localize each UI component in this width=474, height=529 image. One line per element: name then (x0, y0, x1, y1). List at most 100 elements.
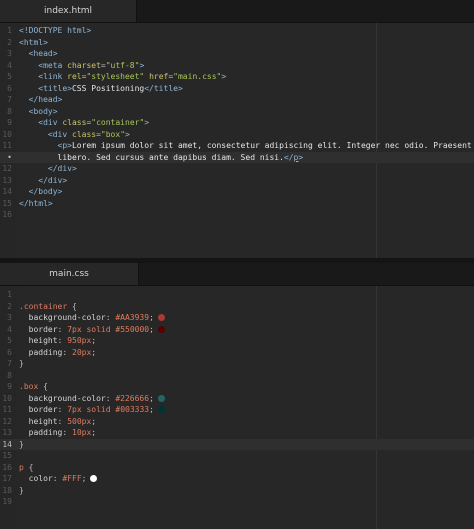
code-text: </html> (19, 198, 53, 209)
color-swatch-icon (90, 475, 98, 482)
code-line[interactable]: 11 <p>Lorem ipsum dolor sit amet, consec… (0, 140, 474, 151)
line-number: 1 (7, 290, 12, 299)
code-line[interactable]: 10 background-color: #226666; (0, 393, 474, 404)
code-token: CSS Positioning (71, 83, 145, 93)
code-line[interactable]: 9 <div class="container"> (0, 117, 474, 128)
code-token: border (28, 405, 58, 414)
line-number: 5 (7, 72, 12, 81)
code-token: border (28, 324, 58, 334)
code-line[interactable]: 15 (0, 450, 474, 461)
code-token: libero. Sed cursus ante dapibus diam. Se… (57, 152, 284, 162)
code-line[interactable]: 2 .container { (0, 301, 474, 312)
code-token: </ (283, 152, 294, 162)
html-editor-pane[interactable]: index.html 1 <!DOCTYPE html> 2 <html> 3 <hea… (0, 0, 474, 258)
code-token: charset (67, 60, 101, 70)
code-line[interactable]: 7} (0, 358, 474, 369)
code-text: <body> (19, 106, 58, 117)
code-token: : (105, 313, 116, 322)
code-line[interactable]: 2 <html> (0, 37, 474, 48)
css-code-editor[interactable]: 1 2 .container {3 background-color: #AA393… (0, 286, 474, 529)
color-swatch-icon (157, 406, 165, 413)
code-token: ; (149, 405, 154, 414)
line-number: • (7, 152, 12, 162)
code-line[interactable]: 8 (0, 370, 474, 381)
code-token: <html> (19, 37, 48, 47)
code-token: 950 (67, 336, 82, 345)
code-line[interactable]: 13 padding: 10px; (0, 427, 474, 438)
code-text: </head> (19, 94, 63, 105)
html-code-editor[interactable]: 1 <!DOCTYPE html> 2 <html> 3 <head> 4 <meta c… (0, 23, 474, 258)
code-line[interactable]: 16 (0, 209, 474, 220)
code-token: } (19, 439, 24, 449)
code-token: solid (81, 324, 116, 334)
code-token: "stylesheet" (86, 72, 145, 81)
code-line[interactable]: • libero. Sed cursus ante dapibus diam. … (0, 151, 474, 163)
code-line[interactable]: 3 background-color: #AA3939; (0, 312, 474, 323)
code-line[interactable]: 14} (0, 438, 474, 450)
code-text: <title>CSS Positioning</title> (19, 83, 183, 94)
line-number: 19 (2, 497, 12, 506)
code-token: : (57, 324, 68, 334)
css-tab-bar: main.css (0, 263, 474, 286)
code-token: : (52, 474, 63, 483)
tab-index-html[interactable]: index.html (0, 0, 137, 22)
line-number: 12 (2, 416, 12, 426)
code-line[interactable]: 3 <head> (0, 48, 474, 59)
code-token: ; (149, 313, 154, 322)
code-token: : (57, 416, 68, 426)
tab-main-css[interactable]: main.css (0, 263, 139, 285)
code-line[interactable]: 6 padding: 20px; (0, 347, 474, 358)
code-line[interactable]: 6 <title>CSS Positioning</title> (0, 83, 474, 94)
line-number: 17 (2, 474, 12, 483)
code-line[interactable]: 1 <!DOCTYPE html> (0, 25, 474, 36)
line-number: 3 (7, 313, 12, 322)
code-text: color: #FFF; (19, 473, 98, 484)
code-line[interactable]: 4 <meta charset="utf-8"> (0, 60, 474, 71)
code-line[interactable]: 8 <body> (0, 106, 474, 117)
code-text: border: 7px solid #550000; (19, 324, 165, 335)
css-editor-pane[interactable]: main.css 1 2 .container {3 background-colo… (0, 263, 474, 529)
code-line[interactable]: 18} (0, 485, 474, 496)
code-token: height (28, 336, 58, 345)
code-line[interactable]: 10 <div class="box"> (0, 129, 474, 140)
code-text: </div> (19, 163, 77, 174)
code-line[interactable]: 14 </body> (0, 186, 474, 197)
code-line[interactable]: 9 .box { (0, 381, 474, 392)
line-number: 15 (2, 451, 12, 460)
code-line[interactable]: 5 height: 950px; (0, 335, 474, 346)
line-number: 9 (7, 382, 12, 391)
line-number: 10 (2, 393, 12, 403)
code-line[interactable]: 13 </div> (0, 175, 474, 186)
code-line[interactable]: 19 (0, 496, 474, 507)
code-token: #003333 (115, 405, 150, 414)
code-token: px (72, 324, 82, 334)
code-token: ; (81, 474, 87, 483)
code-line[interactable]: 7 </head> (0, 94, 474, 105)
code-line[interactable]: 11 border: 7px solid #003333; (0, 404, 474, 415)
code-token: <p> (57, 141, 72, 150)
line-number: 8 (7, 370, 12, 380)
code-line[interactable]: 12 height: 500px; (0, 416, 474, 427)
code-line[interactable]: 4 border: 7px solid #550000; (0, 324, 474, 335)
code-line[interactable]: 15 </html> (0, 198, 474, 209)
code-line[interactable]: 12 </div> (0, 163, 474, 174)
code-text: } (19, 485, 24, 496)
line-number: 2 (7, 301, 12, 311)
code-line[interactable]: 16 p { (0, 462, 474, 473)
code-token: } (19, 359, 24, 368)
code-line[interactable]: 17 color: #FFF; (0, 473, 474, 484)
code-line[interactable]: 1 (0, 289, 474, 300)
color-swatch-icon (157, 314, 165, 321)
code-line[interactable]: 5 <link rel="stylesheet" href="main.css"… (0, 71, 474, 82)
code-token: </div> (47, 164, 77, 173)
